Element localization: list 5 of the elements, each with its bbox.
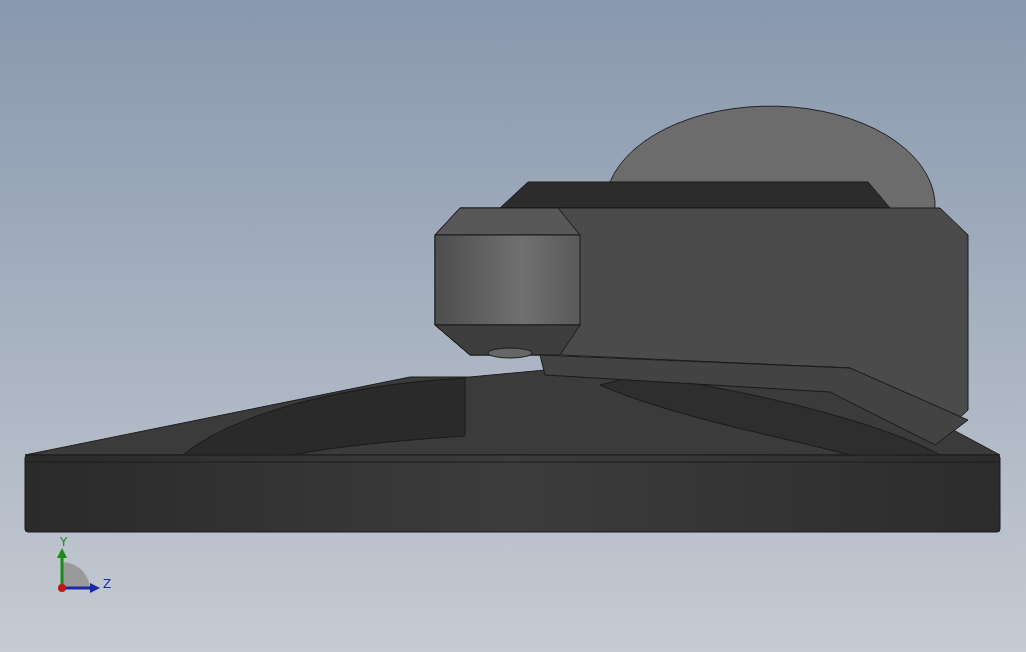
axis-label: Y — [60, 535, 68, 549]
model-drawing[interactable] — [24, 105, 1001, 533]
axis-label: Z — [103, 577, 112, 591]
cad-viewport[interactable]: Y Z — [0, 0, 1026, 652]
axis-triad-icon — [57, 548, 100, 593]
